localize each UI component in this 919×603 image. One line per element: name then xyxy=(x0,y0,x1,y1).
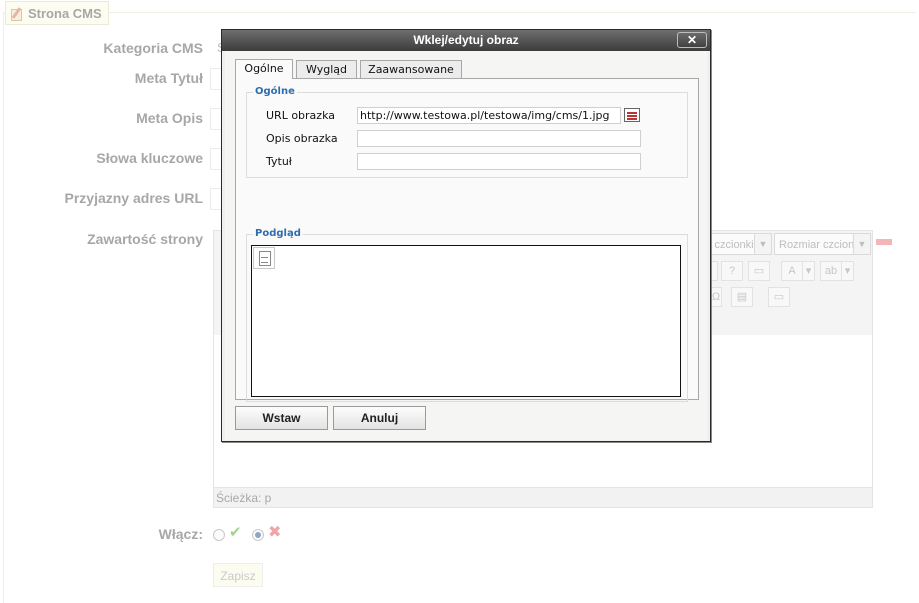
url-label: URL obrazka xyxy=(266,109,335,122)
font-size-select-label: Rozmiar czcionki xyxy=(779,239,863,251)
chevron-down-icon[interactable]: ▾ xyxy=(803,261,815,281)
image-preview xyxy=(251,245,681,397)
cms-legend: Strona CMS xyxy=(5,1,109,25)
image-alt-input[interactable] xyxy=(357,130,641,147)
label-kategoria: Kategoria CMS xyxy=(103,40,203,56)
insert-button[interactable]: Wstaw xyxy=(235,406,328,430)
template-icon[interactable]: ▭ xyxy=(768,287,790,307)
special-char-icon[interactable]: Ω xyxy=(710,287,722,307)
browse-icon[interactable] xyxy=(624,108,640,122)
title-label: Tytuł xyxy=(266,155,292,168)
editor-status-path: Ścieżka: p xyxy=(214,487,872,507)
chevron-down-icon: ▼ xyxy=(853,234,870,254)
image-url-input[interactable]: http://www.testowa.pl/testowa/img/cms/1.… xyxy=(357,107,621,124)
dialog-title-bar[interactable]: Wklej/edytuj obraz ✕ xyxy=(222,30,710,51)
general-group: Ogólne URL obrazka http://www.testowa.pl… xyxy=(246,86,688,178)
editor-red-marker xyxy=(876,239,892,245)
cms-legend-title: Strona CMS xyxy=(28,5,102,21)
tab-appearance[interactable]: Wygląd xyxy=(296,60,357,78)
x-icon: ✖ xyxy=(268,522,282,541)
image-dialog: Wklej/edytuj obraz ✕ Ogólne Wygląd Zaawa… xyxy=(221,29,711,442)
enable-radio-no[interactable] xyxy=(252,529,264,541)
html-source-icon[interactable]: ▭ xyxy=(748,261,770,281)
image-title-input[interactable] xyxy=(357,153,641,170)
cancel-button[interactable]: Anuluj xyxy=(333,406,426,430)
preview-group-legend: Podgląd xyxy=(253,228,303,240)
font-family-select-label: j czcionki xyxy=(709,239,754,251)
label-slowa-kluczowe: Słowa kluczowe xyxy=(96,150,203,166)
label-wlacz: Włącz: xyxy=(158,526,203,542)
enable-radio-yes[interactable] xyxy=(213,529,225,541)
dialog-body: Ogólne Wygląd Zaawansowane Ogólne URL ob… xyxy=(225,51,707,440)
help-icon[interactable]: ? xyxy=(721,261,743,281)
label-meta-opis: Meta Opis xyxy=(136,110,203,126)
label-przyjazny-url: Przyjazny adres URL xyxy=(64,190,204,206)
save-button[interactable]: Zapisz xyxy=(213,563,263,587)
chevron-down-icon: ▼ xyxy=(754,234,771,254)
background-color-icon[interactable]: ab xyxy=(820,261,842,281)
font-family-select[interactable]: j czcionki ▼ xyxy=(704,233,772,255)
edit-page-icon xyxy=(10,7,23,21)
broken-image-icon xyxy=(253,247,275,269)
close-icon: ✕ xyxy=(686,33,698,47)
chevron-down-icon[interactable]: ▾ xyxy=(842,261,854,281)
font-size-select[interactable]: Rozmiar czcionki ▼ xyxy=(774,233,871,255)
label-zawartosc: Zawartość strony xyxy=(87,231,203,247)
toolbar-button[interactable] xyxy=(710,261,718,281)
dialog-title: Wklej/edytuj obraz xyxy=(413,33,519,47)
preview-group: Podgląd xyxy=(246,228,688,402)
check-icon: ✔ xyxy=(229,523,242,541)
general-group-legend: Ogólne xyxy=(253,86,297,98)
media-icon[interactable]: ▤ xyxy=(731,287,753,307)
tab-panel-general: Ogólne URL obrazka http://www.testowa.pl… xyxy=(235,78,699,402)
tab-advanced[interactable]: Zaawansowane xyxy=(360,60,462,78)
text-color-icon[interactable]: A xyxy=(781,261,803,281)
label-meta-tytul: Meta Tytuł xyxy=(134,70,203,86)
alt-label: Opis obrazka xyxy=(266,132,338,145)
close-button[interactable]: ✕ xyxy=(677,32,707,48)
tab-general[interactable]: Ogólne xyxy=(235,59,293,79)
